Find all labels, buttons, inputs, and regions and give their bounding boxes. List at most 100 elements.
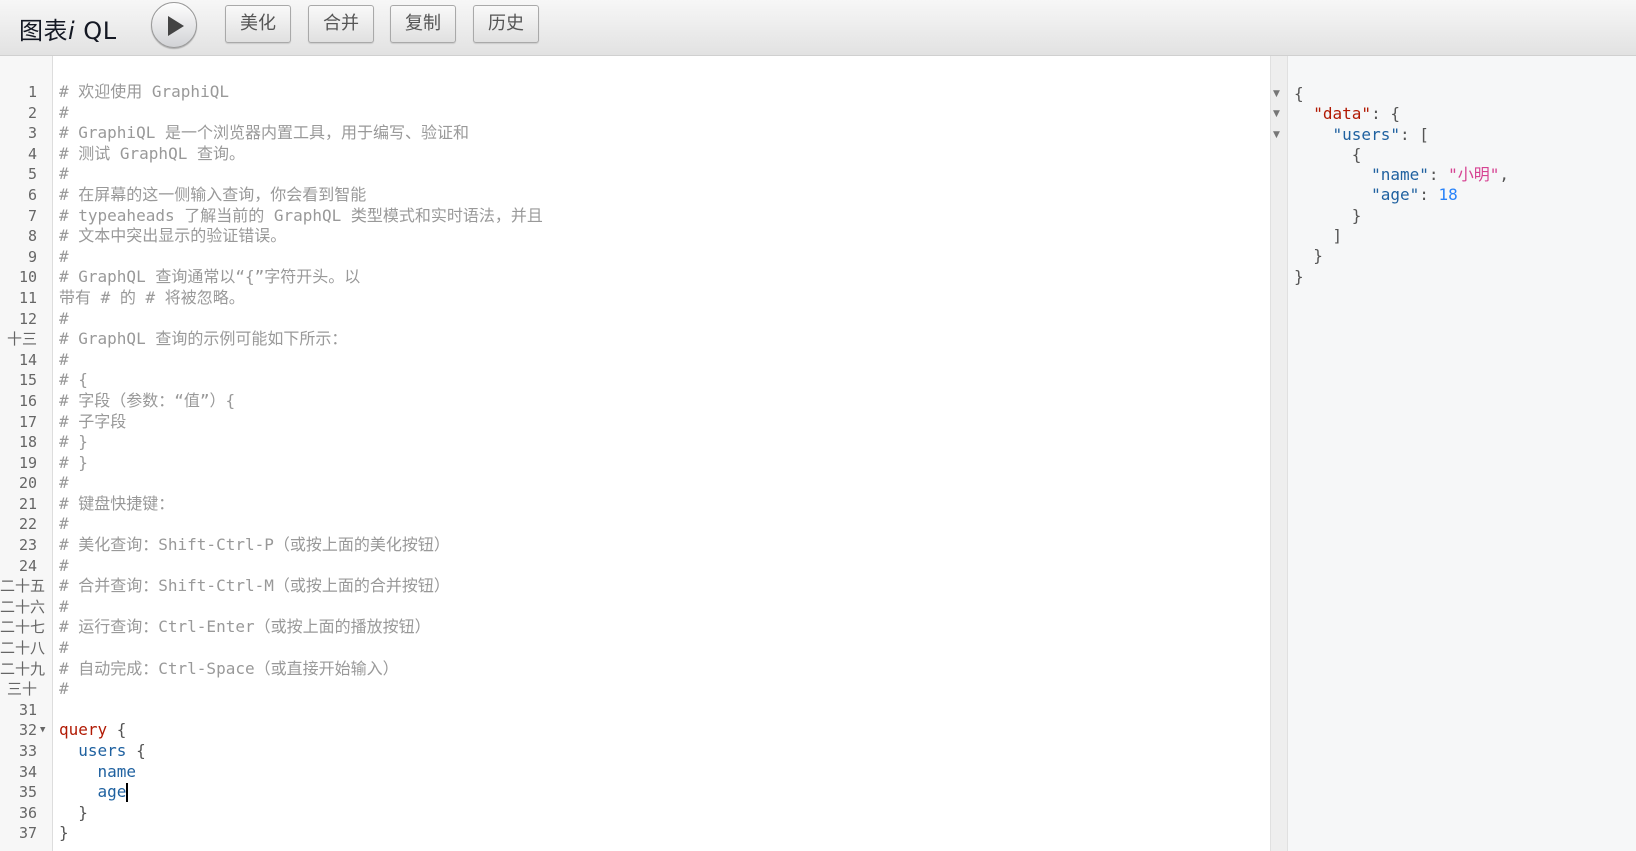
- editor-line[interactable]: 11 带有 # 的 # 将被忽略。: [0, 288, 1270, 309]
- code-token: # 键盘快捷键：: [59, 493, 175, 513]
- merge-button[interactable]: 合并: [308, 5, 374, 43]
- line-text: #: [59, 514, 69, 535]
- editor-line[interactable]: 16 # 字段（参数：“值”）{: [0, 391, 1270, 412]
- editor-line[interactable]: 33 users {: [0, 741, 1270, 762]
- editor-line[interactable]: 二十五 # 合并查询：Shift-Ctrl-M（或按上面的合并按钮）: [0, 576, 1270, 597]
- editor-line[interactable]: 1 # 欢迎使用 GraphiQL: [0, 82, 1270, 103]
- json-token: ,: [1499, 165, 1510, 185]
- line-text: # GraphiQL 是一个浏览器内置工具，用于编写、验证和: [59, 123, 469, 144]
- line-text: # GraphQL 查询的示例可能如下所示：: [59, 329, 347, 350]
- editor-line[interactable]: 18 # }: [0, 432, 1270, 453]
- editor-line[interactable]: 6 # 在屏幕的这一侧输入查询，你会看到智能: [0, 185, 1270, 206]
- editor-line[interactable]: 31: [0, 700, 1270, 721]
- editor-line[interactable]: 三十 #: [0, 679, 1270, 700]
- json-token: ]: [1294, 226, 1343, 246]
- json-token: "data": [1313, 104, 1372, 124]
- editor-line[interactable]: 二十九 # 自动完成：Ctrl-Space（或直接开始输入）: [0, 659, 1270, 680]
- result-line: }: [1294, 246, 1509, 266]
- editor-line[interactable]: 二十七 # 运行查询：Ctrl-Enter（或按上面的播放按钮）: [0, 617, 1270, 638]
- line-text: # 字段（参数：“值”）{: [59, 391, 235, 412]
- editor-line[interactable]: 14 #: [0, 350, 1270, 371]
- line-number: 15: [18, 371, 37, 390]
- result-line: "age": 18: [1294, 185, 1509, 205]
- editor-line[interactable]: 24 #: [0, 556, 1270, 577]
- line-text: # 键盘快捷键：: [59, 494, 174, 515]
- json-token: "age": [1371, 185, 1420, 205]
- editor-line[interactable]: 9 #: [0, 247, 1270, 268]
- query-code[interactable]: 1 # 欢迎使用 GraphiQL 2 #3 # GraphiQL 是一个浏览器内置工具…: [0, 82, 1270, 844]
- editor-line[interactable]: 二十八 #: [0, 638, 1270, 659]
- copy-button[interactable]: 复制: [390, 5, 456, 43]
- code-token: #: [59, 473, 69, 493]
- query-editor[interactable]: 1 # 欢迎使用 GraphiQL 2 #3 # GraphiQL 是一个浏览器内置工具…: [0, 56, 1270, 851]
- code-token: name: [59, 761, 137, 781]
- prettify-button[interactable]: 美化: [225, 5, 291, 43]
- result-line: "name": "小明",: [1294, 165, 1509, 185]
- editor-line[interactable]: 7 # typeaheads 了解当前的 GraphQL 类型模式和实时语法，并且: [0, 206, 1270, 227]
- editor-line[interactable]: 2 #: [0, 103, 1270, 124]
- editor-line[interactable]: 8 # 文本中突出显示的验证错误。: [0, 226, 1270, 247]
- code-token: # GraphiQL 是一个浏览器内置工具，用于编写、验证和: [59, 123, 469, 143]
- json-token: {: [1294, 84, 1304, 103]
- result-line: ]: [1294, 226, 1509, 246]
- execute-query-button[interactable]: [151, 2, 197, 48]
- code-token: #: [59, 246, 69, 266]
- result-json: { "data": { "users": [ { "name": "小明", "…: [1294, 84, 1509, 287]
- line-number: 12: [18, 309, 37, 328]
- line-text: # GraphQL 查询通常以“{”字符开头。以: [59, 267, 360, 288]
- line-number: 35: [18, 783, 37, 802]
- line-number: 6: [27, 185, 37, 204]
- line-number: 4: [27, 144, 37, 163]
- editor-line[interactable]: 34 name: [0, 762, 1270, 783]
- line-number: 三十: [6, 680, 37, 699]
- code-token: # }: [59, 432, 88, 452]
- editor-line[interactable]: 36 }: [0, 803, 1270, 824]
- fold-arrow-icon[interactable]: ▼: [40, 720, 45, 741]
- line-number: 17: [18, 412, 37, 431]
- editor-line[interactable]: 37}: [0, 823, 1270, 844]
- json-token: :: [1419, 185, 1439, 205]
- line-text: # 文本中突出显示的验证错误。: [59, 226, 286, 247]
- editor-line[interactable]: 23 # 美化查询：Shift-Ctrl-P（或按上面的美化按钮）: [0, 535, 1270, 556]
- line-text: # 自动完成：Ctrl-Space（或直接开始输入）: [59, 659, 399, 680]
- editor-line[interactable]: 17 # 子字段: [0, 412, 1270, 433]
- code-token: # 美化查询：Shift-Ctrl-P（或按上面的美化按钮）: [59, 535, 450, 555]
- fold-arrow-icon[interactable]: ▼: [1273, 104, 1280, 124]
- history-button[interactable]: 历史: [473, 5, 539, 43]
- editor-line[interactable]: 10 # GraphQL 查询通常以“{”字符开头。以: [0, 267, 1270, 288]
- editor-line[interactable]: 20 #: [0, 473, 1270, 494]
- editor-line[interactable]: 12 #: [0, 309, 1270, 330]
- editor-line[interactable]: 二十六 #: [0, 597, 1270, 618]
- line-number: 7: [27, 206, 37, 225]
- editor-line[interactable]: 4 # 测试 GraphQL 查询。: [0, 144, 1270, 165]
- editor-line[interactable]: 19 # }: [0, 453, 1270, 474]
- fold-arrow-icon[interactable]: ▼: [1273, 125, 1280, 145]
- editor-line[interactable]: 5 #: [0, 164, 1270, 185]
- line-text: # 测试 GraphQL 查询。: [59, 144, 245, 165]
- editor-line[interactable]: 35 age: [0, 782, 1270, 803]
- editor-line[interactable]: 15 # {: [0, 370, 1270, 391]
- line-text: #: [59, 164, 69, 185]
- text-cursor: [126, 783, 129, 803]
- result-line: "data": {: [1294, 104, 1509, 124]
- result-line: "users": [: [1294, 125, 1509, 145]
- line-text: 带有 # 的 # 将被忽略。: [59, 288, 245, 309]
- line-number: 二十六: [0, 597, 46, 616]
- editor-line[interactable]: 3 # GraphiQL 是一个浏览器内置工具，用于编写、验证和: [0, 123, 1270, 144]
- editor-line[interactable]: 十三 # GraphQL 查询的示例可能如下所示：: [0, 329, 1270, 350]
- code-token: #: [59, 102, 69, 122]
- editor-line[interactable]: 21 # 键盘快捷键：: [0, 494, 1270, 515]
- editor-line[interactable]: 22 #: [0, 514, 1270, 535]
- line-text: #: [59, 638, 69, 659]
- line-number: 21: [18, 494, 37, 513]
- result-line: }: [1294, 206, 1509, 226]
- line-number: 33: [18, 742, 37, 760]
- json-token: "users": [1332, 124, 1400, 144]
- line-number: 23: [18, 536, 37, 555]
- code-token: # 文本中突出显示的验证错误。: [59, 226, 287, 246]
- editor-line[interactable]: 32 ▼ query {: [0, 720, 1270, 741]
- fold-arrow-icon[interactable]: ▼: [1273, 84, 1280, 104]
